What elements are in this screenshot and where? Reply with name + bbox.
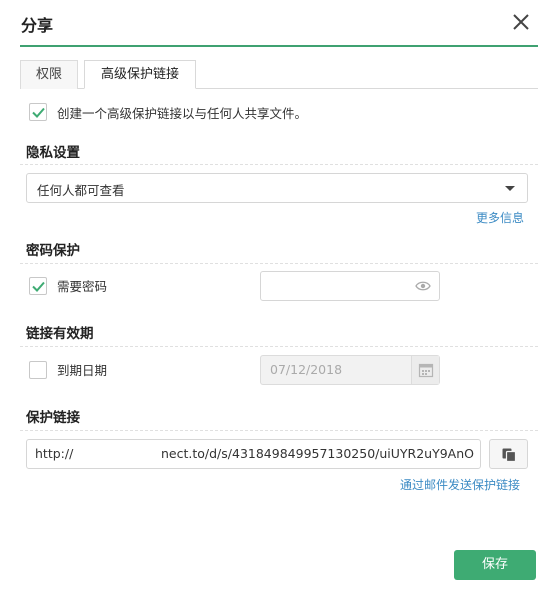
header-divider	[20, 45, 538, 47]
tab-permissions[interactable]: 权限	[20, 60, 78, 89]
link-expiry-heading: 链接有效期	[26, 326, 94, 342]
create-link-checkbox[interactable]	[29, 103, 47, 121]
link-url-prefix: http://	[35, 446, 74, 461]
password-input[interactable]	[260, 271, 440, 301]
link-url-text: nect.to/d/s/431849849957130250/uiUYR2uY9…	[161, 446, 474, 461]
create-link-label: 创建一个高级保护链接以与任何人共享文件。	[57, 105, 308, 121]
copy-link-button[interactable]	[489, 439, 528, 469]
share-dialog: 分享 权限 高级保护链接 创建一个高级保护链接以与任何人共享文件。 隐私设置 任…	[0, 0, 556, 590]
chevron-down-icon	[505, 186, 515, 191]
expiry-date-option: 到期日期	[29, 360, 107, 379]
create-link-option: 创建一个高级保护链接以与任何人共享文件。	[29, 102, 307, 122]
require-password-label: 需要密码	[57, 279, 108, 294]
expiry-date-input: 07/12/2018	[260, 355, 440, 385]
divider	[20, 263, 538, 264]
expiry-date-label: 到期日期	[57, 363, 108, 378]
protected-link-field[interactable]: http:// nect.to/d/s/431849849957130250/u…	[26, 439, 481, 469]
divider	[20, 346, 538, 347]
divider	[20, 164, 538, 165]
require-password-checkbox[interactable]	[29, 276, 47, 295]
close-icon[interactable]	[508, 9, 534, 35]
privacy-select[interactable]: 任何人都可查看	[26, 173, 528, 203]
privacy-settings-heading: 隐私设置	[26, 145, 80, 161]
save-button[interactable]: 保存	[454, 550, 536, 580]
tab-bar: 权限 高级保护链接	[20, 60, 538, 89]
tab-advanced-protected-link[interactable]: 高级保护链接	[84, 60, 196, 89]
eye-icon[interactable]	[415, 280, 431, 292]
copy-icon	[502, 448, 517, 463]
divider	[20, 430, 538, 431]
protected-link-heading: 保护链接	[26, 410, 80, 426]
more-info-link[interactable]: 更多信息	[476, 209, 524, 226]
privacy-select-value: 任何人都可查看	[37, 183, 125, 198]
require-password-option: 需要密码	[29, 276, 107, 295]
email-link[interactable]: 通过邮件发送保护链接	[400, 476, 520, 493]
expiry-date-checkbox[interactable]	[29, 360, 47, 379]
dialog-title: 分享	[21, 16, 54, 35]
checkmark-icon	[32, 281, 45, 292]
password-protection-heading: 密码保护	[26, 243, 80, 259]
expiry-date-value: 07/12/2018	[270, 362, 343, 377]
dialog-header: 分享	[0, 0, 556, 47]
checkmark-icon	[32, 107, 45, 118]
calendar-icon	[411, 356, 439, 384]
